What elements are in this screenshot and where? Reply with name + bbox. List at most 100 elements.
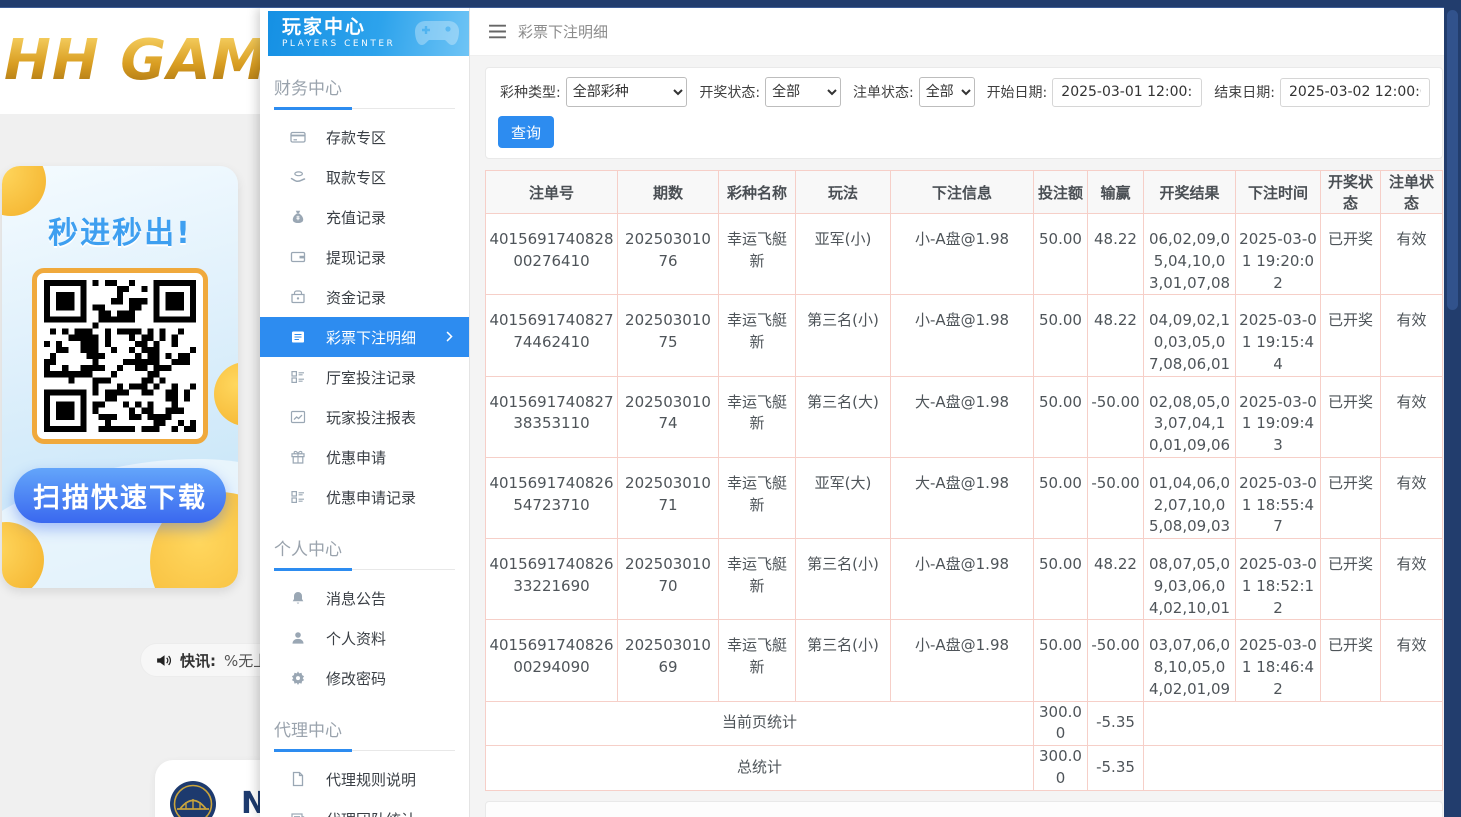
table-row: 40156917408265472371020250301071幸运飞艇新亚军(… bbox=[486, 457, 1443, 538]
table-cell: 20250301071 bbox=[618, 457, 719, 538]
sidebar-item-change-password[interactable]: 修改密码 bbox=[260, 658, 469, 698]
sidebar-item-promo-apply-records[interactable]: 优惠申请记录 bbox=[260, 477, 469, 517]
column-header: 注单状态 bbox=[1381, 171, 1443, 214]
sidebar-item-label: 提现记录 bbox=[326, 247, 386, 268]
sidebar-item-player-bet-report[interactable]: 玩家投注报表 bbox=[260, 397, 469, 437]
sidebar-item-label: 个人资料 bbox=[326, 628, 386, 649]
table-cell: 20250301075 bbox=[618, 295, 719, 376]
table-cell: 401569174082600294090 bbox=[486, 620, 618, 701]
gamepad-icon bbox=[413, 16, 461, 50]
table-cell: -50.00 bbox=[1088, 620, 1144, 701]
table-cell: 有效 bbox=[1381, 457, 1443, 538]
table-cell: 第三名(小) bbox=[796, 620, 891, 701]
pagination-bar: 每页显示20条 共6条 首页 上一页 [1] 下一页 第 页 跳转 bbox=[485, 801, 1443, 817]
table-cell: 50.00 bbox=[1034, 539, 1088, 620]
grid-list-icon bbox=[290, 489, 306, 505]
banner-slogan: 秒进秒出! bbox=[2, 208, 238, 252]
report-chart-icon bbox=[290, 409, 306, 425]
gift-icon bbox=[290, 449, 306, 465]
table-cell: 50.00 bbox=[1034, 457, 1088, 538]
sidebar-item-lottery-bet-details[interactable]: 彩票下注明细 bbox=[260, 317, 469, 357]
summary-row: 当前页统计300.00-5.35 bbox=[486, 701, 1443, 746]
table-cell: 20250301076 bbox=[618, 214, 719, 295]
table-cell: 2025-03-01 18:55:47 bbox=[1236, 457, 1321, 538]
sidebar-item-profile[interactable]: 个人资料 bbox=[260, 618, 469, 658]
scrollbar[interactable] bbox=[1444, 0, 1461, 817]
table-cell: 50.00 bbox=[1034, 214, 1088, 295]
summary-empty bbox=[1144, 701, 1443, 746]
sidebar-item-withdraw-records[interactable]: 提现记录 bbox=[260, 237, 469, 277]
table-cell: 401569174082738353110 bbox=[486, 376, 618, 457]
wallet-icon bbox=[290, 249, 306, 265]
table-cell: 已开奖 bbox=[1321, 620, 1381, 701]
sidebar-item-label: 优惠申请记录 bbox=[326, 487, 416, 508]
sidebar-item-label: 资金记录 bbox=[326, 287, 386, 308]
sidebar-item-funds-records[interactable]: 资金记录 bbox=[260, 277, 469, 317]
table-cell: 01,04,06,02,07,10,05,08,09,03 bbox=[1144, 457, 1236, 538]
search-button[interactable]: 查询 bbox=[498, 116, 554, 148]
download-button[interactable]: 扫描快速下载 bbox=[14, 468, 226, 523]
start-date-input[interactable] bbox=[1052, 78, 1202, 107]
filter-card: 彩种类型: 全部彩种 开奖状态: 全部 注单状态: 全部 开始日期: bbox=[485, 67, 1443, 159]
sidebar-item-label: 代理团队统计 bbox=[326, 809, 416, 817]
draw-status-select[interactable]: 全部 bbox=[765, 77, 841, 107]
start-date-label: 开始日期: bbox=[987, 82, 1048, 102]
table-cell: 已开奖 bbox=[1321, 376, 1381, 457]
column-header: 开奖结果 bbox=[1144, 171, 1236, 214]
sidebar-section-title: 财务中心 bbox=[274, 74, 455, 109]
table-row: 40156917408260029409020250301069幸运飞艇新第三名… bbox=[486, 620, 1443, 701]
table-cell: 小-A盘@1.98 bbox=[891, 620, 1034, 701]
table-cell: 幸运飞艇新 bbox=[719, 214, 796, 295]
sidebar-item-agent-rules[interactable]: 代理规则说明 bbox=[260, 759, 469, 799]
sidebar-item-label: 代理规则说明 bbox=[326, 769, 416, 790]
table-cell: 04,09,02,10,03,05,07,08,06,01 bbox=[1144, 295, 1236, 376]
end-date-input[interactable] bbox=[1280, 78, 1430, 107]
sidebar-item-withdraw-zone[interactable]: 取款专区 bbox=[260, 157, 469, 197]
bell-icon bbox=[290, 590, 306, 606]
table-cell: 401569174082633221690 bbox=[486, 539, 618, 620]
sidebar-item-hall-bet-records[interactable]: 厅室投注记录 bbox=[260, 357, 469, 397]
column-header: 玩法 bbox=[796, 171, 891, 214]
table-cell: 有效 bbox=[1381, 620, 1443, 701]
grid-list-icon bbox=[290, 369, 306, 385]
table-cell: 幸运飞艇新 bbox=[719, 539, 796, 620]
table-cell: 2025-03-01 18:52:12 bbox=[1236, 539, 1321, 620]
table-row: 40156917408263322169020250301070幸运飞艇新第三名… bbox=[486, 539, 1443, 620]
sidebar-item-agent-team-stats[interactable]: 代理团队统计 bbox=[260, 799, 469, 817]
table-cell: 03,07,06,08,10,05,04,02,01,09 bbox=[1144, 620, 1236, 701]
sidebar-item-messages[interactable]: 消息公告 bbox=[260, 578, 469, 618]
screen: HH GAME 秒进秒出! 扫描快速下载 快讯: %无上 N 玩家中心 PLAY… bbox=[0, 0, 1461, 817]
team-logo-icon bbox=[169, 780, 217, 817]
table-cell: 第三名(大) bbox=[796, 376, 891, 457]
money-bag-icon bbox=[290, 209, 306, 225]
table-cell: 401569174082774462410 bbox=[486, 295, 618, 376]
bank-card-icon bbox=[290, 129, 306, 145]
summary-empty bbox=[1144, 746, 1443, 791]
table-cell: -50.00 bbox=[1088, 457, 1144, 538]
table-cell: 幸运飞艇新 bbox=[719, 376, 796, 457]
table-cell: 20250301074 bbox=[618, 376, 719, 457]
table-cell: 亚军(大) bbox=[796, 457, 891, 538]
table-row: 40156917408280027641020250301076幸运飞艇新亚军(… bbox=[486, 214, 1443, 295]
sidebar-item-deposit-zone[interactable]: 存款专区 bbox=[260, 117, 469, 157]
purse-icon bbox=[290, 289, 306, 305]
main-area: 彩票下注明细 彩种类型: 全部彩种 开奖状态: 全部 注单状态: bbox=[470, 8, 1444, 817]
lottery-type-select[interactable]: 全部彩种 bbox=[566, 77, 688, 107]
download-banner: 秒进秒出! 扫描快速下载 bbox=[2, 166, 238, 588]
sidebar-header: 玩家中心 PLAYERS CENTER bbox=[268, 11, 469, 56]
table-cell: 幸运飞艇新 bbox=[719, 295, 796, 376]
table-cell: 第三名(小) bbox=[796, 539, 891, 620]
chevron-right-icon bbox=[443, 330, 456, 343]
sidebar-item-label: 消息公告 bbox=[326, 588, 386, 609]
column-header: 彩种名称 bbox=[719, 171, 796, 214]
column-header: 注单号 bbox=[486, 171, 618, 214]
menu-toggle-icon[interactable] bbox=[488, 24, 507, 39]
sidebar-item-label: 取款专区 bbox=[326, 167, 386, 188]
table-cell: 已开奖 bbox=[1321, 295, 1381, 376]
sidebar-item-recharge-records[interactable]: 充值记录 bbox=[260, 197, 469, 237]
table-cell: 亚军(小) bbox=[796, 214, 891, 295]
table-cell: 小-A盘@1.98 bbox=[891, 295, 1034, 376]
bet-table: 注单号期数彩种名称玩法下注信息投注额输赢开奖结果下注时间开奖状态注单状态 401… bbox=[485, 170, 1443, 791]
sidebar-item-promo-apply[interactable]: 优惠申请 bbox=[260, 437, 469, 477]
order-status-select[interactable]: 全部 bbox=[919, 77, 975, 107]
